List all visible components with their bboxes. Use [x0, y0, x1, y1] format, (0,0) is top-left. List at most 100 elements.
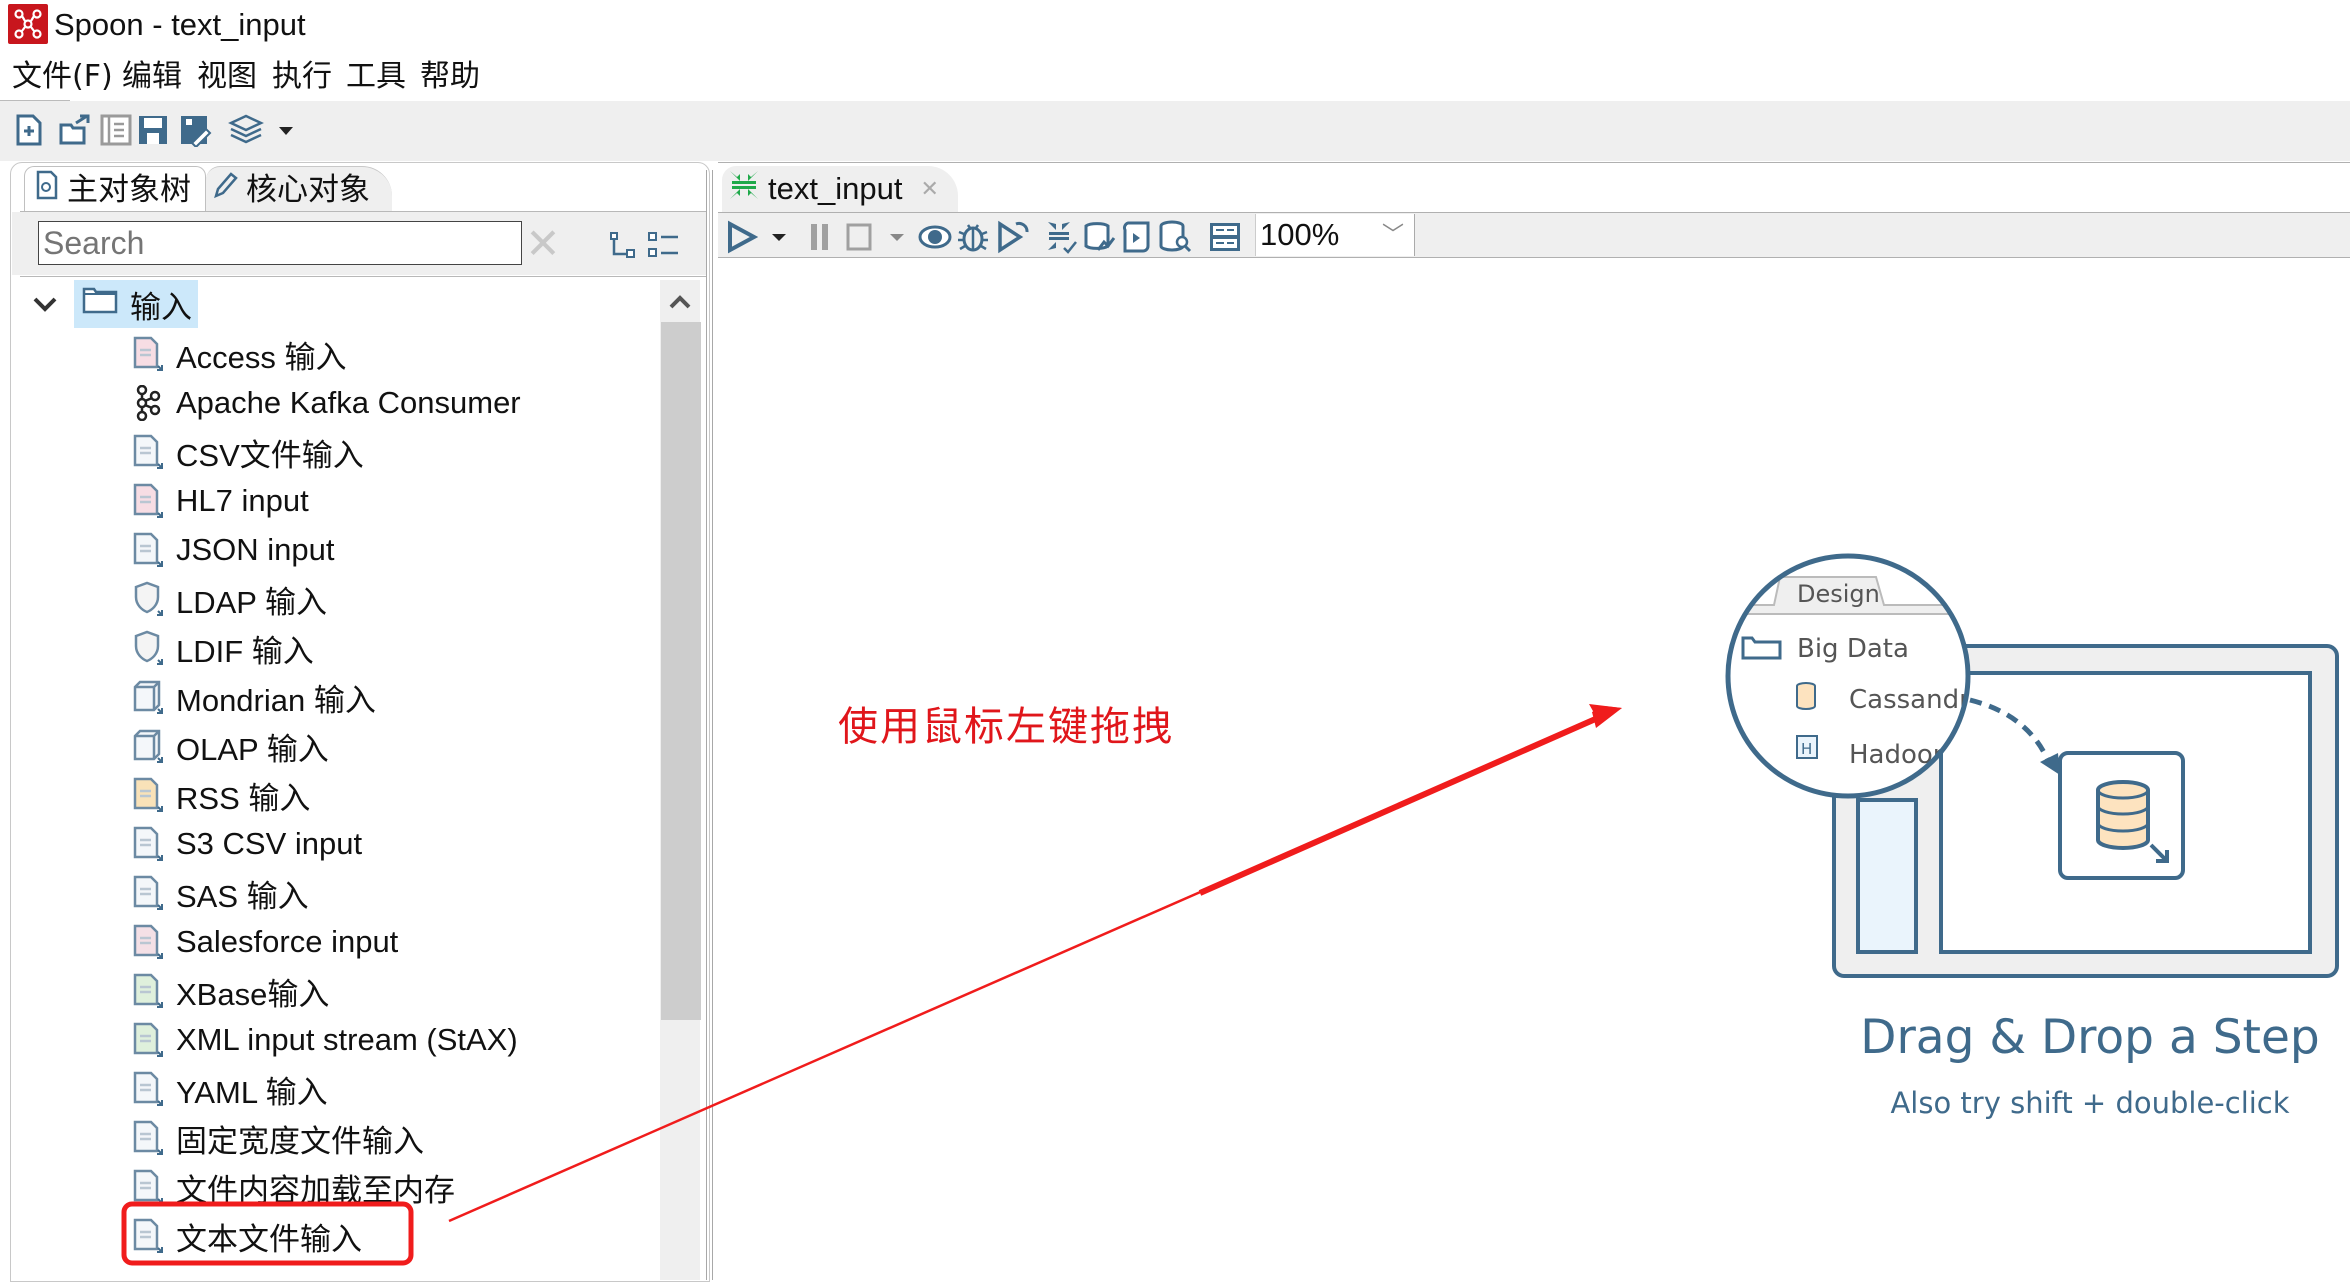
menu-run[interactable]: 执行 — [272, 58, 332, 96]
tree-item-label: 文件内容加载至内存 — [176, 1172, 455, 1208]
mondrian-input-icon — [132, 679, 164, 715]
tab-main-object-tree[interactable]: 主对象树 — [24, 166, 206, 213]
tree-item[interactable]: 固定宽度文件输入 — [132, 1115, 424, 1161]
tree-item[interactable]: LDIF 输入 — [132, 625, 314, 671]
tab-label: 核心对象 — [246, 172, 370, 208]
close-tab-icon[interactable]: ✕ — [920, 176, 938, 202]
menu-file[interactable]: 文件(F) — [12, 58, 113, 96]
tree-item[interactable]: RSS 输入 — [132, 772, 310, 818]
s3-csv-input-icon — [132, 826, 164, 862]
salesforce-input-icon — [132, 924, 164, 960]
menu-edit[interactable]: 编辑 — [122, 58, 182, 96]
hint-subtitle: Also try shift + double-click — [1890, 1086, 2290, 1120]
tree-item[interactable]: S3 CSV input — [132, 821, 362, 867]
chevron-down-icon[interactable] — [28, 287, 62, 321]
yaml-input-icon — [132, 1071, 164, 1107]
perspective-layers-icon[interactable] — [228, 113, 264, 147]
tree-item[interactable]: YAML 输入 — [132, 1066, 328, 1112]
sash-line — [712, 170, 713, 1280]
replay-icon[interactable] — [996, 220, 1030, 254]
tree-item[interactable]: Mondrian 输入 — [132, 674, 376, 720]
editor-tab-text-input[interactable]: text_input ✕ — [722, 166, 958, 212]
zoom-level-value: 100% — [1260, 217, 1340, 252]
pause-icon[interactable] — [808, 220, 832, 254]
open-file-icon[interactable] — [58, 113, 92, 147]
menu-tools[interactable]: 工具 — [346, 58, 406, 96]
dropdown-caret-icon[interactable] — [276, 113, 310, 147]
tree-item[interactable]: OLAP 输入 — [132, 723, 329, 769]
tree-item[interactable]: 文件内容加载至内存 — [132, 1164, 455, 1210]
text-file-input-icon — [132, 1218, 164, 1254]
tree-item-label: LDAP 输入 — [176, 584, 328, 620]
chevron-down-icon[interactable]: ﹀ — [1382, 214, 1404, 256]
kafka-icon — [132, 384, 164, 422]
explore-repository-icon[interactable] — [99, 113, 133, 147]
run-dropdown-icon[interactable] — [770, 220, 788, 254]
csv-file-input-icon — [132, 434, 164, 470]
scrollbar-thumb[interactable] — [661, 322, 701, 1020]
clear-search-icon[interactable]: ✕ — [525, 223, 561, 265]
stop-dropdown-icon[interactable] — [888, 220, 906, 254]
editor-tab-strip — [718, 162, 2350, 213]
align-distribute-icon[interactable] — [1208, 220, 1242, 254]
tree-item[interactable]: Salesforce input — [132, 919, 398, 965]
tree-item[interactable]: Apache Kafka Consumer — [132, 380, 521, 426]
tree-item[interactable]: CSV文件输入 — [132, 429, 364, 475]
tree-item[interactable]: XBase输入 — [132, 968, 329, 1014]
tree-item-label: OLAP 输入 — [176, 731, 329, 767]
tree-item-label: Access 输入 — [176, 339, 347, 375]
save-icon[interactable] — [136, 113, 170, 147]
tree-item-label: Apache Kafka Consumer — [176, 385, 521, 420]
verify-icon[interactable] — [1046, 220, 1078, 254]
left-panel-tabs: 主对象树 核心对象 — [10, 162, 708, 213]
preview-icon[interactable] — [918, 220, 952, 254]
xml-input-stream-icon — [132, 1022, 164, 1058]
fixed-width-input-icon — [132, 1120, 164, 1156]
tree-item-label: RSS 输入 — [176, 780, 311, 816]
editor-tab-label: text_input — [768, 171, 903, 206]
annotation-text: 使用鼠标左键拖拽 — [838, 704, 1174, 750]
new-file-icon[interactable] — [12, 113, 46, 147]
spoon-app-icon — [8, 4, 48, 44]
menu-help[interactable]: 帮助 — [420, 58, 480, 96]
search-input[interactable] — [38, 221, 522, 265]
tree-item-partial — [134, 1262, 162, 1270]
json-input-icon — [132, 532, 164, 568]
sash-line — [706, 170, 707, 1280]
tree-item[interactable]: 文本文件输入 — [132, 1213, 362, 1259]
sql-icon[interactable] — [1120, 220, 1154, 254]
illustration-design-tab: Design — [1797, 580, 1880, 608]
impact-analysis-icon[interactable] — [1082, 220, 1116, 254]
tree-item[interactable]: SAS 输入 — [132, 870, 309, 916]
hl7-input-icon — [132, 483, 164, 519]
search-divider — [20, 276, 706, 277]
save-as-icon[interactable] — [178, 113, 212, 149]
debug-icon[interactable] — [956, 220, 990, 254]
run-icon[interactable] — [726, 220, 759, 254]
tree-item[interactable]: HL7 input — [132, 478, 309, 524]
tree-item-label: Mondrian 输入 — [176, 682, 376, 718]
olap-input-icon — [132, 728, 164, 764]
tab-core-objects[interactable]: 核心对象 — [206, 166, 392, 213]
stop-icon[interactable] — [844, 220, 874, 254]
tree-item[interactable]: LDAP 输入 — [132, 576, 327, 622]
scroll-up-arrow-icon[interactable] — [660, 285, 700, 321]
tree-item-label: HL7 input — [176, 483, 309, 518]
tree-item[interactable]: Access 输入 — [132, 331, 347, 377]
collapse-all-icon[interactable] — [608, 230, 638, 260]
xbase-input-icon — [132, 973, 164, 1009]
pencil-icon — [212, 167, 238, 213]
zoom-level-select[interactable]: 100% ﹀ — [1255, 214, 1415, 256]
tab-label: 主对象树 — [67, 172, 191, 208]
tree-item[interactable]: XML input stream (StAX) — [132, 1017, 518, 1063]
tree-item-label: XBase输入 — [176, 976, 330, 1012]
expand-all-icon[interactable] — [646, 230, 680, 260]
tree-folder-selected[interactable]: 输入 — [74, 280, 198, 328]
ldap-input-icon — [132, 581, 164, 617]
menu-view[interactable]: 视图 — [197, 58, 257, 96]
tree-item-label: CSV文件输入 — [176, 437, 364, 473]
tree-folder-input[interactable]: 输入 — [28, 280, 198, 328]
explore-db-icon[interactable] — [1158, 220, 1192, 254]
tree-item[interactable]: JSON input — [132, 527, 335, 573]
tree-item-label: XML input stream (StAX) — [176, 1022, 518, 1057]
